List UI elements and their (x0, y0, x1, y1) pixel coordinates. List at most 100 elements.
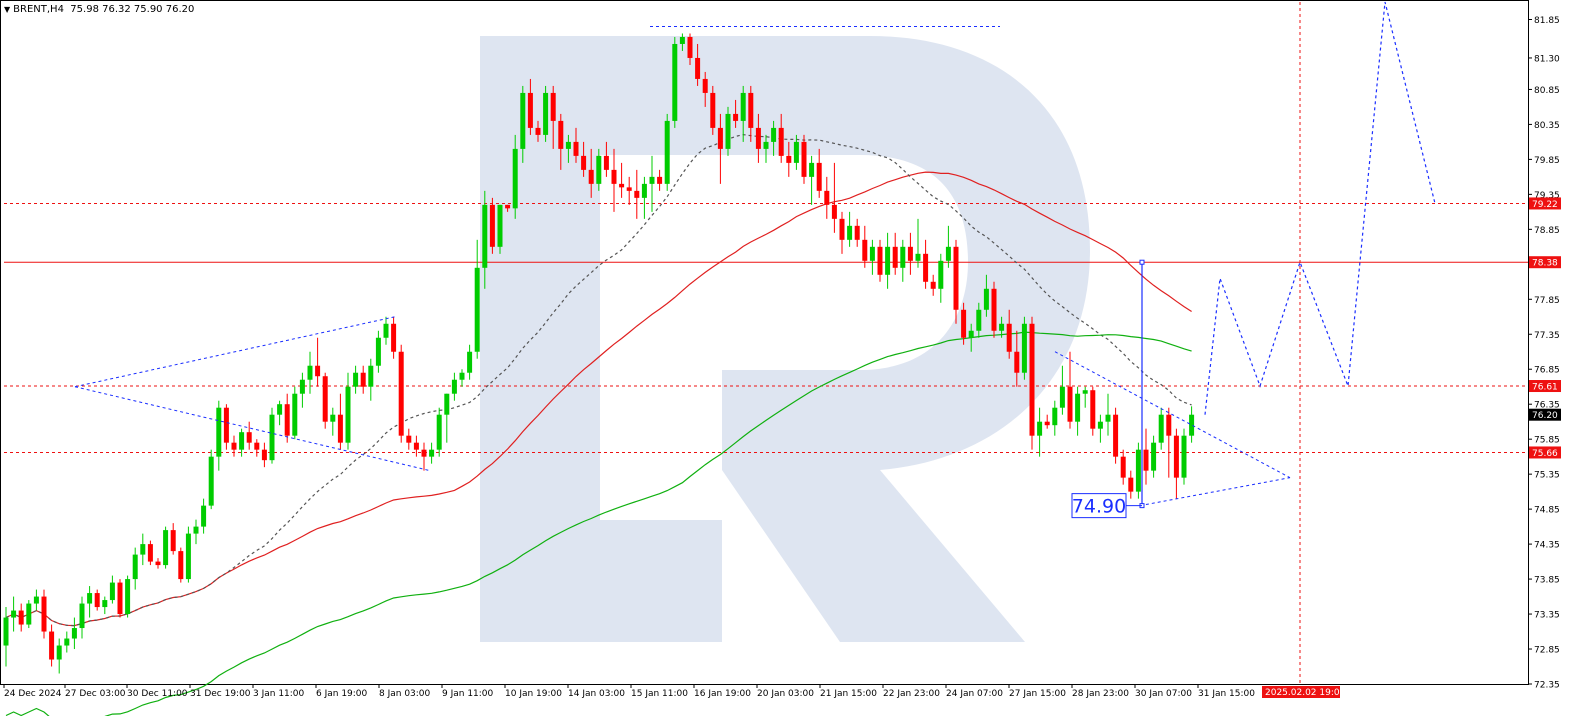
candle-body (1052, 407, 1058, 426)
y-tick-label: 74.35 (1534, 541, 1560, 551)
candle-body (1120, 456, 1126, 478)
candle-body (1075, 393, 1081, 422)
candle-body (429, 449, 435, 457)
current-price-label: 76.20 (1532, 411, 1558, 421)
candle-body (520, 92, 526, 149)
y-tick-label: 78.85 (1534, 226, 1560, 236)
y-tick-label: 75.35 (1534, 471, 1560, 481)
candle-body (299, 379, 305, 394)
candle-body (710, 92, 716, 128)
candle-body (755, 127, 761, 149)
candle-body (109, 582, 115, 601)
candle-body (915, 253, 921, 261)
candle-body (847, 225, 853, 240)
candle-body (368, 365, 374, 387)
candle-body (398, 351, 404, 436)
candle-body (360, 372, 366, 387)
candle-body (49, 631, 55, 660)
candle-body (1143, 449, 1149, 471)
candle-body (839, 218, 845, 240)
candle-body (877, 246, 883, 275)
candle-body (603, 155, 609, 170)
candle-body (315, 365, 321, 377)
candle-body (353, 372, 359, 387)
candle-body (938, 260, 944, 289)
candle-body (900, 246, 906, 268)
price-axis: 81.8581.3080.8580.3579.8579.3578.8578.35… (1528, 16, 1561, 691)
x-tick-label: 28 Jan 23:00 (1072, 689, 1129, 699)
candle-body (125, 579, 131, 615)
candle-body (892, 246, 898, 268)
candle-body (672, 43, 678, 121)
y-tick-label: 81.30 (1534, 54, 1560, 64)
x-tick-label: 15 Jan 11:00 (631, 689, 688, 699)
candle-body (216, 407, 222, 457)
symbol-header[interactable]: ▼ BRENT,H4 75.98 76.32 75.90 76.20 (4, 4, 194, 15)
x-tick-label: 3 Jan 11:00 (253, 689, 305, 699)
price-chart[interactable]: 74.90 81.8581.3080.8580.3579.8579.3578.8… (0, 0, 1596, 716)
candle-body (725, 113, 731, 149)
candle-body (953, 246, 959, 310)
x-tick-label: 14 Jan 03:00 (568, 689, 625, 699)
x-tick-label: 27 Dec 03:00 (65, 689, 126, 699)
candle-body (1181, 435, 1187, 478)
candle-body (679, 36, 685, 44)
x-tick-label: 31 Dec 19:00 (190, 689, 251, 699)
candle-body (132, 554, 138, 580)
candle-body (375, 337, 381, 366)
candle-body (41, 596, 47, 632)
candle-body (11, 610, 17, 618)
level-price-label: 79.22 (1532, 200, 1558, 210)
candle-body (1037, 421, 1043, 436)
candle-body (1021, 323, 1027, 373)
candle-body (163, 530, 169, 566)
candle-body (565, 141, 571, 149)
pattern-line (74, 316, 396, 388)
candle-body (391, 323, 397, 352)
pattern-line (1139, 477, 1291, 507)
candle-body (588, 169, 594, 184)
candle-body (771, 127, 777, 142)
candle-body (1014, 351, 1020, 373)
x-tick-label: 6 Jan 19:00 (316, 689, 368, 699)
candle-body (208, 456, 214, 506)
candle-body (94, 593, 100, 608)
candle-body (459, 372, 465, 380)
collapse-triangle-icon[interactable]: ▼ (4, 5, 10, 14)
candle-body (702, 78, 708, 93)
candle-body (862, 239, 868, 261)
candle-body (1189, 414, 1195, 436)
candle-body (786, 155, 792, 163)
candle-body (307, 365, 313, 380)
candle-body (581, 155, 587, 170)
candle-body (1135, 449, 1141, 492)
candle-body (596, 155, 602, 184)
candle-body (649, 176, 655, 184)
candle-body (641, 183, 647, 198)
forecast-zigzag (1204, 1, 1436, 415)
candle-body (778, 127, 784, 156)
candle-body (907, 246, 913, 261)
y-tick-label: 73.35 (1534, 611, 1560, 621)
candle-body (330, 414, 336, 422)
candle-body (824, 190, 830, 205)
pattern-line (74, 386, 431, 472)
candle-body (983, 288, 989, 310)
candle-body (634, 190, 640, 198)
candle-body (1105, 414, 1111, 422)
candle-body (793, 141, 799, 163)
candle-body (406, 435, 412, 443)
candle-body (1113, 414, 1119, 457)
level-price-label: 76.61 (1532, 383, 1558, 393)
candle-body (201, 505, 207, 527)
candle-body (695, 57, 701, 79)
candle-body (1059, 386, 1065, 408)
y-tick-label: 77.35 (1534, 331, 1560, 341)
candle-body (26, 603, 32, 625)
candle-body (223, 407, 229, 443)
candle-body (284, 404, 290, 436)
candle-body (991, 288, 997, 331)
candle-body (930, 281, 936, 289)
candle-body (748, 92, 754, 128)
x-tick-label: 21 Jan 15:00 (820, 689, 877, 699)
